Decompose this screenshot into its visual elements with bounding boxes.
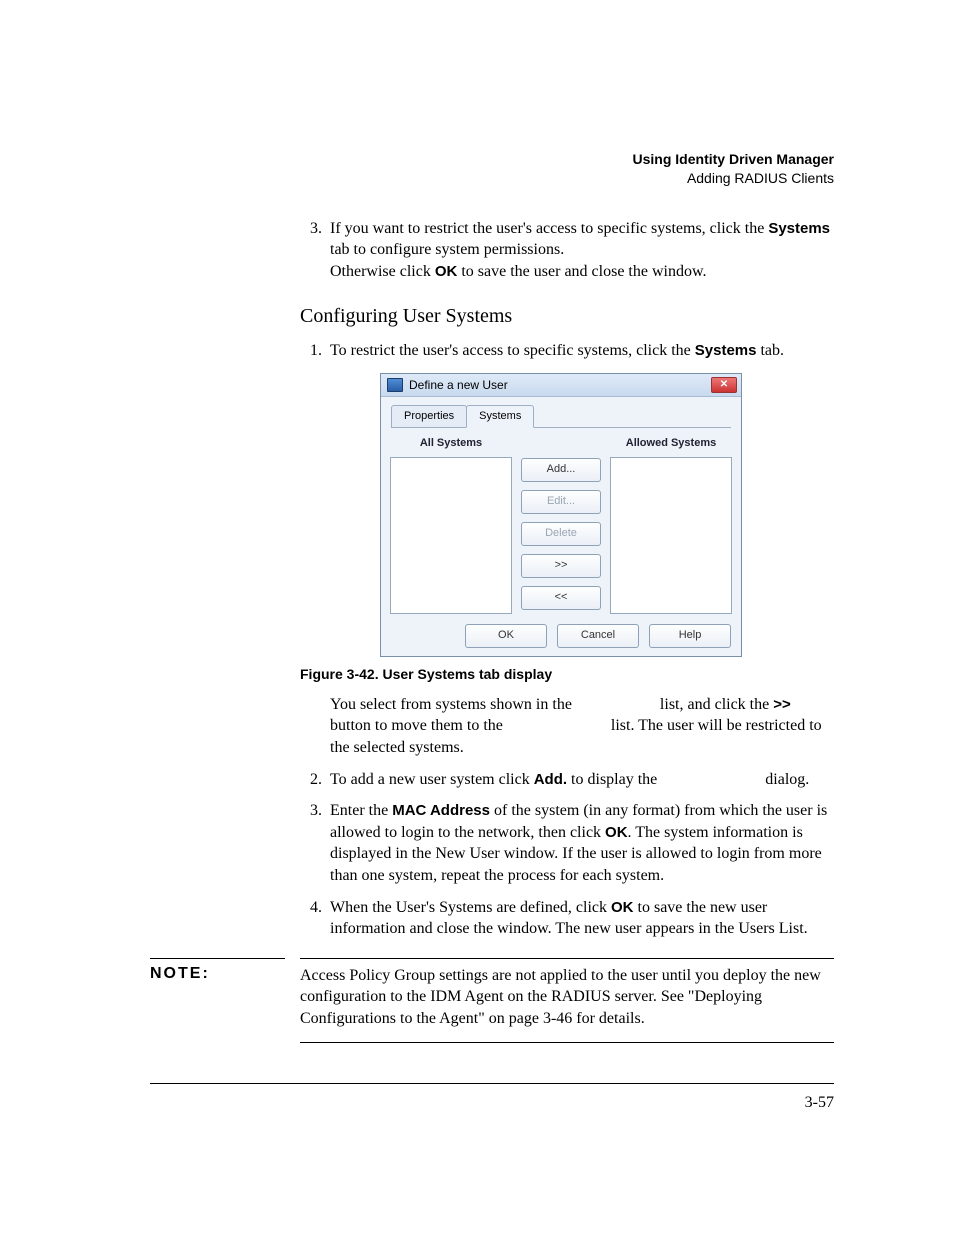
close-icon[interactable]: ✕ [711,377,737,393]
config-step-4: 4. When the User's Systems are defined, … [300,897,834,940]
footer-rule [150,1083,834,1084]
dialog-title: Define a new User [409,377,508,393]
step-number: 2. [300,769,330,791]
ok-button[interactable]: OK [465,624,547,648]
post-figure-text: You select from systems shown in the lis… [300,694,834,759]
add-button[interactable]: Add... [521,458,601,482]
step-number: 3. [300,800,330,822]
step-number: 1. [300,340,330,362]
step-number: 4. [300,897,330,919]
note-block: NOTE: Access Policy Group settings are n… [150,958,834,1043]
page-number: 3-57 [150,1094,834,1112]
note-label: NOTE: [150,958,285,1043]
config-step-1: 1. To restrict the user's access to spec… [300,340,834,362]
delete-button[interactable]: Delete [521,522,601,546]
systems-columns: All Systems Add... Edit... Delete >> << … [391,436,731,614]
transfer-buttons: Add... Edit... Delete >> << [521,458,601,610]
header-subtitle: Adding RADIUS Clients [150,169,834,188]
note-body: Access Policy Group settings are not app… [300,958,834,1043]
step-body: When the User's Systems are defined, cli… [330,897,834,940]
step-3: 3. If you want to restrict the user's ac… [300,218,834,283]
all-systems-list[interactable] [390,457,512,614]
allowed-systems-label: Allowed Systems [626,436,716,451]
step-body: Enter the MAC Address of the system (in … [330,800,834,886]
tab-systems[interactable]: Systems [466,405,534,428]
dialog-button-row: OK Cancel Help [391,624,731,648]
move-right-button[interactable]: >> [521,554,601,578]
step-body: To restrict the user's access to specifi… [330,340,834,362]
tab-row: Properties Systems [391,405,731,428]
section-heading: Configuring User Systems [300,303,834,330]
step-body: If you want to restrict the user's acces… [330,218,834,283]
header-title: Using Identity Driven Manager [150,150,834,169]
page-header: Using Identity Driven Manager Adding RAD… [150,150,834,188]
step-body: To add a new user system click Add. to d… [330,769,834,791]
move-left-button[interactable]: << [521,586,601,610]
page-content: 3. If you want to restrict the user's ac… [300,218,834,940]
help-button[interactable]: Help [649,624,731,648]
figure: Define a new User ✕ Properties Systems A… [380,373,834,657]
page: Using Identity Driven Manager Adding RAD… [0,0,954,1235]
tab-properties[interactable]: Properties [391,405,467,427]
figure-caption: Figure 3-42. User Systems tab display [300,665,834,684]
step-number: 3. [300,218,330,240]
edit-button[interactable]: Edit... [521,490,601,514]
allowed-systems-column: Allowed Systems [611,436,731,614]
allowed-systems-list[interactable] [610,457,732,614]
all-systems-label: All Systems [420,436,482,451]
app-icon [387,378,403,392]
config-step-2: 2. To add a new user system click Add. t… [300,769,834,791]
all-systems-column: All Systems [391,436,511,614]
cancel-button[interactable]: Cancel [557,624,639,648]
dialog-body: Properties Systems All Systems Add... Ed… [381,397,741,656]
define-user-dialog: Define a new User ✕ Properties Systems A… [380,373,742,657]
config-step-3: 3. Enter the MAC Address of the system (… [300,800,834,886]
dialog-titlebar[interactable]: Define a new User ✕ [381,374,741,397]
